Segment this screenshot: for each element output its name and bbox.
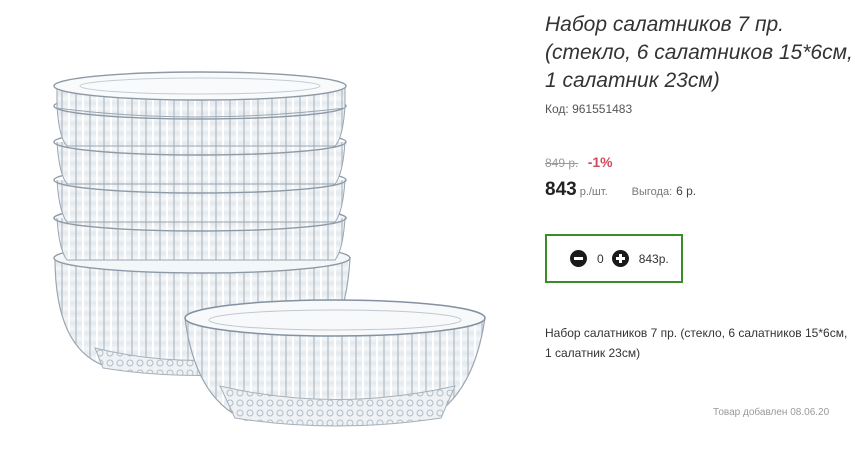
old-price-row: 849 р. -1%: [545, 154, 613, 170]
front-bowl: [184, 299, 486, 427]
minus-circle-icon[interactable]: [570, 250, 587, 267]
quantity-value: 0: [597, 251, 604, 266]
price-row: 843 р./шт. Выгода: 6 р.: [545, 179, 696, 201]
line-total: 843р.: [638, 251, 669, 266]
product-description: Набор салатников 7 пр. (стекло, 6 салатн…: [545, 326, 848, 360]
plus-circle-icon[interactable]: [611, 250, 629, 267]
savings-label: Выгода:: [631, 186, 673, 198]
added-date-note: Товар добавлен 08.06.20: [713, 407, 830, 418]
price-unit: р./шт.: [579, 186, 608, 198]
product-title: Набор салатников 7 пр. (стекло, 6 салатн…: [545, 13, 853, 92]
old-price: 849 р.: [545, 156, 579, 170]
discount-badge: -1%: [587, 154, 613, 170]
minus-bar: [574, 257, 583, 260]
price-value: 843: [545, 179, 577, 200]
product-image: [45, 68, 495, 440]
quantity-control: 0 843р.: [545, 234, 683, 283]
savings-value: 6 р.: [676, 184, 697, 198]
plus-bar-vertical: [618, 254, 622, 263]
product-sku: Код: 961551483: [545, 102, 633, 116]
